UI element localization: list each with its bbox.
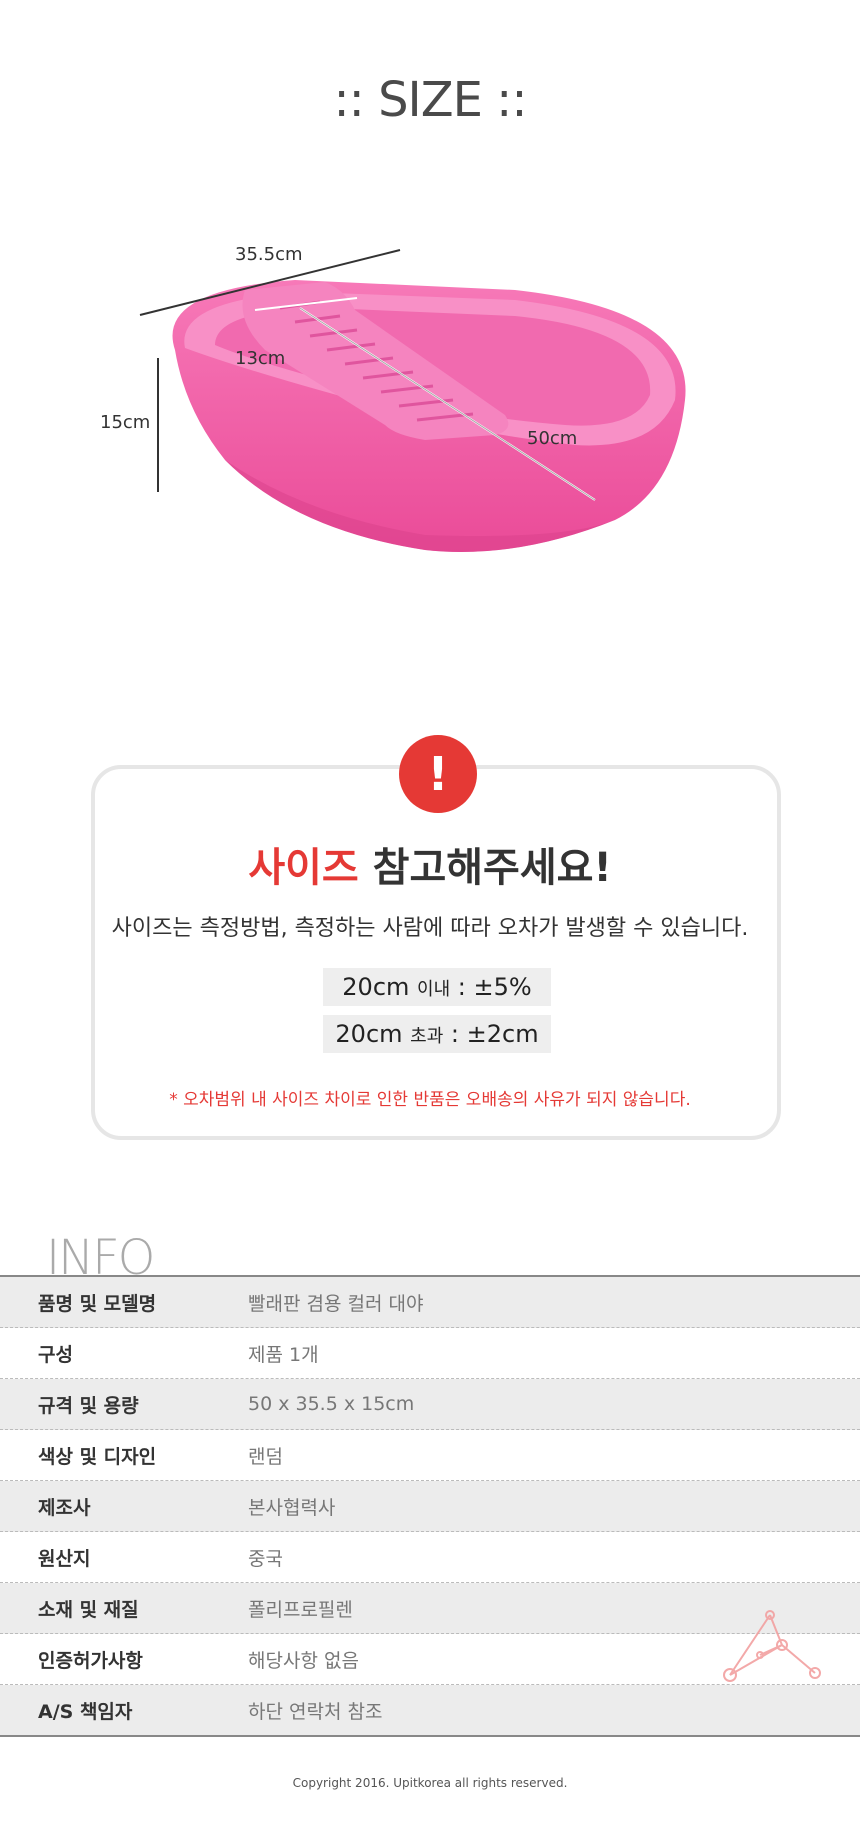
table-row: 구성 제품 1개: [0, 1328, 860, 1379]
table-row: 색상 및 디자인 랜덤: [0, 1430, 860, 1481]
tolerance-value: : ±2cm: [443, 1020, 539, 1048]
tolerance-condition: 초과: [410, 1026, 444, 1047]
row-value: 랜덤: [248, 1445, 283, 1468]
dim-width-label: 13cm: [235, 348, 286, 369]
table-row: 원산지 중국: [0, 1532, 860, 1583]
row-value: 중국: [248, 1547, 283, 1570]
constellation-logo-icon: [723, 1610, 821, 1682]
tolerance-value: : ±5%: [450, 973, 532, 1001]
tolerance-size: 20cm: [335, 1020, 403, 1048]
row-key: 규격 및 용량: [38, 1394, 139, 1417]
row-value: 폴리프로필렌: [248, 1598, 353, 1621]
row-key: 품명 및 모델명: [38, 1292, 157, 1315]
table-row: 품명 및 모델명 빨래판 겸용 컬러 대야: [0, 1277, 860, 1328]
row-value: 빨래판 겸용 컬러 대야: [248, 1292, 424, 1315]
exclamation-icon: !: [399, 735, 477, 813]
row-key: A/S 책임자: [38, 1700, 133, 1723]
tolerance-condition: 이내: [417, 979, 451, 1000]
row-key: 원산지: [38, 1547, 91, 1570]
dim-length-label: 35.5cm: [235, 244, 303, 265]
notice-title-highlight: 사이즈: [248, 845, 359, 891]
notice-title-rest: 참고해주세요!: [358, 845, 612, 891]
dim-board-label: 50cm: [527, 428, 578, 449]
row-value: 하단 연락처 참조: [248, 1700, 383, 1723]
table-row: A/S 책임자 하단 연락처 참조: [0, 1685, 860, 1735]
tolerance-under-20: 20cm 이내 : ±5%: [323, 968, 551, 1006]
row-value: 해당사항 없음: [248, 1649, 359, 1672]
notice-title: 사이즈 참고해주세요!: [0, 835, 860, 893]
tolerance-over-20: 20cm 초과 : ±2cm: [323, 1015, 551, 1053]
row-key: 인증허가사항: [38, 1649, 143, 1672]
dim-height-label: 15cm: [100, 412, 151, 433]
table-row: 규격 및 용량 50 x 35.5 x 15cm: [0, 1379, 860, 1430]
row-value: 본사협력사: [248, 1496, 336, 1519]
tolerance-size: 20cm: [342, 973, 410, 1001]
row-value: 제품 1개: [248, 1343, 319, 1366]
row-key: 색상 및 디자인: [38, 1445, 157, 1468]
row-key: 제조사: [38, 1496, 91, 1519]
copyright-footer: Copyright 2016. Upitkorea all rights res…: [292, 1776, 568, 1790]
notice-description: 사이즈는 측정방법, 측정하는 사람에 따라 오차가 발생할 수 있습니다.: [111, 916, 749, 941]
notice-warning: * 오차범위 내 사이즈 차이로 인한 반품은 오배송의 사유가 되지 않습니다…: [169, 1090, 691, 1110]
size-title: :: SIZE ::: [333, 72, 527, 128]
table-row: 제조사 본사협력사: [0, 1481, 860, 1532]
row-key: 소재 및 재질: [38, 1598, 139, 1621]
size-notice-box: [91, 765, 781, 1140]
basin-product-image: [139, 249, 686, 552]
row-value: 50 x 35.5 x 15cm: [248, 1393, 415, 1415]
row-key: 구성: [38, 1343, 73, 1366]
